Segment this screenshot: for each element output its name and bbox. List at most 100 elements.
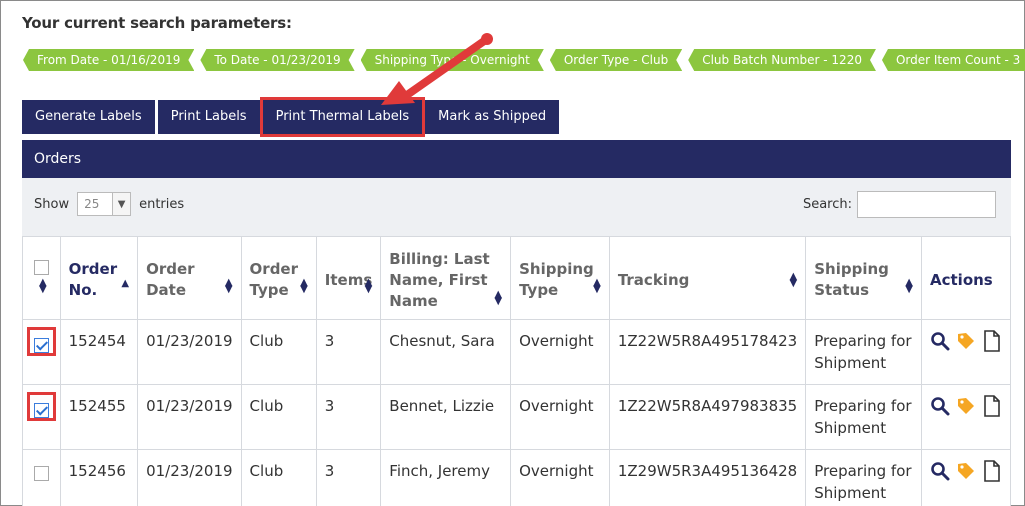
filter-tag-shipping-type[interactable]: Shipping Type - Overnight	[361, 49, 544, 71]
cell-order-date: 01/23/2019	[137, 319, 242, 385]
cell-order-type: Club	[240, 319, 317, 385]
orders-table: ▲ ▼ Order No. ▲ Order Date ▲ ▼ Order Type …	[22, 236, 1011, 506]
col-order-type-label: Order Type	[249, 260, 299, 299]
sort-asc-icon: ▲	[121, 278, 130, 289]
print-labels-button[interactable]: Print Labels	[157, 100, 260, 134]
col-actions: Actions	[921, 236, 1011, 320]
tag-icon[interactable]	[956, 396, 976, 416]
sort-icon: ▲ ▼	[905, 277, 913, 295]
cell-shipping-status: Preparing for Shipment	[805, 449, 922, 506]
cell-tracking: 1Z22W5R8A497983835	[608, 384, 807, 450]
show-label: Show	[34, 196, 70, 212]
page-length-value: 25	[84, 197, 100, 211]
row-select-cell	[22, 384, 61, 450]
row-checkbox[interactable]	[33, 338, 49, 353]
sort-icon: ▲ ▼	[494, 289, 503, 307]
row-checkbox[interactable]	[33, 403, 49, 418]
cell-order-type: Club	[240, 449, 317, 506]
filter-tag-to-date[interactable]: To Date - 01/23/2019	[200, 49, 354, 71]
col-order-date[interactable]: Order Date ▲ ▼	[137, 236, 242, 320]
col-shipping-type[interactable]: Shipping Type ▲ ▼	[510, 236, 610, 320]
sort-icon: ▲ ▼	[38, 277, 47, 295]
mark-as-shipped-button[interactable]: Mark as Shipped	[425, 100, 560, 134]
filter-tag-order-type[interactable]: Order Type - Club	[550, 49, 682, 71]
col-actions-label: Actions	[930, 270, 993, 289]
row-checkbox[interactable]	[33, 466, 49, 481]
document-icon[interactable]	[982, 395, 1002, 417]
cell-shipping-type: Overnight	[510, 384, 610, 450]
cell-order-type: Club	[240, 384, 317, 450]
orders-panel-body: Show 25 ▼ entries Search: ▲ ▼ Order No. ▲…	[22, 178, 1011, 506]
tag-icon[interactable]	[956, 331, 976, 351]
table-header-row: ▲ ▼ Order No. ▲ Order Date ▲ ▼ Order Type …	[22, 236, 1011, 320]
sort-icon: ▲ ▼	[224, 277, 233, 295]
cell-order-no[interactable]: 152456	[59, 449, 139, 506]
cell-billing: Chesnut, Sara	[380, 319, 512, 385]
entries-label: entries	[139, 196, 185, 212]
generate-labels-button[interactable]: Generate Labels	[22, 100, 155, 134]
cell-billing: Bennet, Lizzie	[380, 384, 512, 450]
col-tracking[interactable]: Tracking ▲ ▼	[608, 236, 807, 320]
col-items[interactable]: Items ▲ ▼	[315, 236, 382, 320]
search-label: Search:	[802, 197, 852, 212]
select-all-header[interactable]: ▲ ▼	[22, 236, 61, 320]
cell-items: 3	[315, 449, 382, 506]
col-order-no[interactable]: Order No. ▲	[59, 236, 139, 320]
orders-panel-header: Orders	[22, 140, 1011, 178]
sort-icon: ▲ ▼	[789, 271, 798, 289]
col-shipping-status-label: Shipping Status	[814, 260, 889, 299]
cell-order-no[interactable]: 152455	[59, 384, 139, 450]
select-all-checkbox[interactable]	[33, 260, 49, 275]
col-order-date-label: Order Date	[146, 260, 195, 299]
search-control: Search:	[803, 191, 996, 218]
search-icon[interactable]	[930, 331, 950, 351]
filter-tag-from-date[interactable]: From Date - 01/16/2019	[23, 49, 194, 71]
cell-shipping-status: Preparing for Shipment	[805, 319, 922, 385]
cell-actions	[921, 319, 1011, 385]
cell-shipping-status: Preparing for Shipment	[805, 384, 922, 450]
filter-tag-club-batch[interactable]: Club Batch Number - 1220	[688, 49, 876, 71]
col-billing-label: Billing: Last Name, First Name	[389, 249, 490, 310]
cell-order-date: 01/23/2019	[137, 384, 242, 450]
cell-shipping-type: Overnight	[510, 449, 610, 506]
page-length-control: Show 25 ▼ entries	[34, 192, 184, 216]
sort-icon: ▲ ▼	[300, 277, 308, 295]
search-parameters-heading: Your current search parameters:	[22, 14, 292, 32]
cell-order-no[interactable]: 152454	[59, 319, 139, 385]
table-row: 152454 01/23/2019 Club 3 Chesnut, Sara O…	[22, 319, 1011, 385]
sort-icon: ▲ ▼	[593, 277, 601, 295]
document-icon[interactable]	[982, 460, 1002, 482]
filter-tag-item-count[interactable]: Order Item Count - 3	[882, 49, 1025, 71]
col-order-type[interactable]: Order Type ▲ ▼	[240, 236, 317, 320]
col-tracking-label: Tracking	[617, 270, 690, 289]
col-billing[interactable]: Billing: Last Name, First Name ▲ ▼	[380, 236, 512, 320]
cell-actions	[921, 384, 1011, 450]
search-input[interactable]	[857, 191, 996, 218]
cell-order-date: 01/23/2019	[137, 449, 242, 506]
tag-icon[interactable]	[956, 461, 976, 481]
filter-tags: From Date - 01/16/2019 To Date - 01/23/2…	[23, 49, 1025, 71]
action-toolbar: Generate Labels Print Labels Print Therm…	[22, 97, 562, 137]
cell-shipping-type: Overnight	[510, 319, 610, 385]
row-checkbox-highlight	[26, 392, 56, 421]
cell-items: 3	[315, 319, 382, 385]
row-checkbox-highlight	[26, 327, 56, 356]
table-row: 152456 01/23/2019 Club 3 Finch, Jeremy O…	[22, 449, 1011, 506]
print-thermal-labels-button[interactable]: Print Thermal Labels	[259, 97, 426, 137]
row-select-cell	[22, 449, 61, 506]
document-icon[interactable]	[982, 330, 1002, 352]
search-icon[interactable]	[930, 461, 950, 481]
chevron-down-icon: ▼	[112, 193, 131, 215]
col-shipping-status[interactable]: Shipping Status ▲ ▼	[805, 236, 922, 320]
cell-items: 3	[315, 384, 382, 450]
search-icon[interactable]	[930, 396, 950, 416]
sort-icon: ▲ ▼	[364, 277, 373, 295]
cell-billing: Finch, Jeremy	[380, 449, 512, 506]
cell-actions	[921, 449, 1011, 506]
row-select-cell	[22, 319, 61, 385]
col-shipping-type-label: Shipping Type	[519, 260, 594, 299]
cell-tracking: 1Z29W5R3A495136428	[608, 449, 807, 506]
cell-tracking: 1Z22W5R8A495178423	[608, 319, 807, 385]
page-length-select[interactable]: 25 ▼	[77, 192, 132, 216]
col-order-no-label: Order No.	[68, 260, 118, 299]
